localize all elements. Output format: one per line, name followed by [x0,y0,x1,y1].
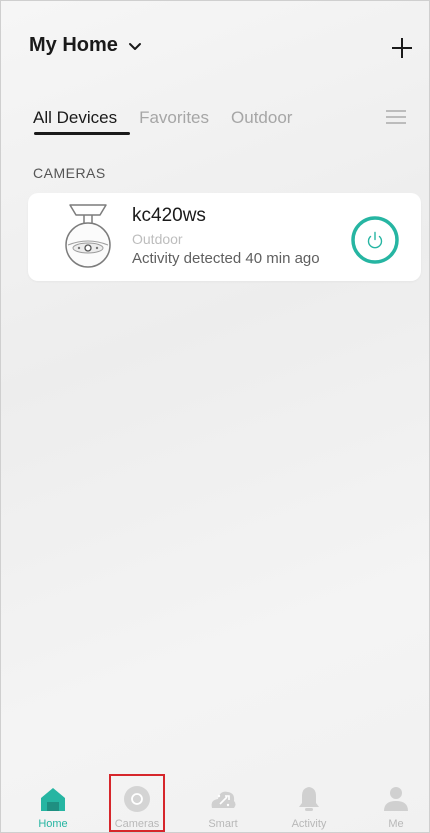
tabbar-label-smart: Smart [208,818,238,830]
tab-all-devices[interactable]: All Devices [33,108,117,128]
user-icon [384,787,408,811]
tabbar-item-home[interactable]: Home [23,772,83,832]
tabbar-label-activity: Activity [291,818,327,830]
device-location: Outdoor [132,231,183,247]
device-card[interactable]: kc420ws Outdoor Activity detected 40 min… [28,193,421,281]
tab-favorites[interactable]: Favorites [139,108,209,128]
home-title: My Home [29,34,118,56]
bottom-tab-bar: Home Cameras Smart Activity Me [1,772,430,832]
home-selector[interactable]: My Home [29,34,142,57]
device-activity-status: Activity detected 40 min ago [132,250,320,267]
active-tab-indicator [34,132,130,135]
camera-thumbnail-icon [65,204,111,268]
tab-outdoor[interactable]: Outdoor [231,108,292,128]
app-screen: My Home All Devices Favorites Outdoor CA… [0,0,430,833]
add-device-button[interactable] [391,37,413,59]
tabbar-item-me[interactable]: Me [366,772,426,832]
power-toggle-button[interactable] [350,215,400,265]
home-icon [41,788,65,811]
cameras-tab-highlight [109,774,165,832]
smart-icon [211,791,236,808]
chevron-down-icon [128,42,141,50]
bell-icon [299,787,319,811]
device-name: kc420ws [132,205,206,226]
tabbar-label-me: Me [388,818,404,830]
tabbar-label-home: Home [38,818,68,830]
menu-icon[interactable] [385,109,407,125]
device-tabs: All Devices Favorites Outdoor [33,108,292,128]
tabbar-item-smart[interactable]: Smart [193,772,253,832]
tabbar-item-activity[interactable]: Activity [279,772,339,832]
section-label-cameras: CAMERAS [33,165,106,181]
